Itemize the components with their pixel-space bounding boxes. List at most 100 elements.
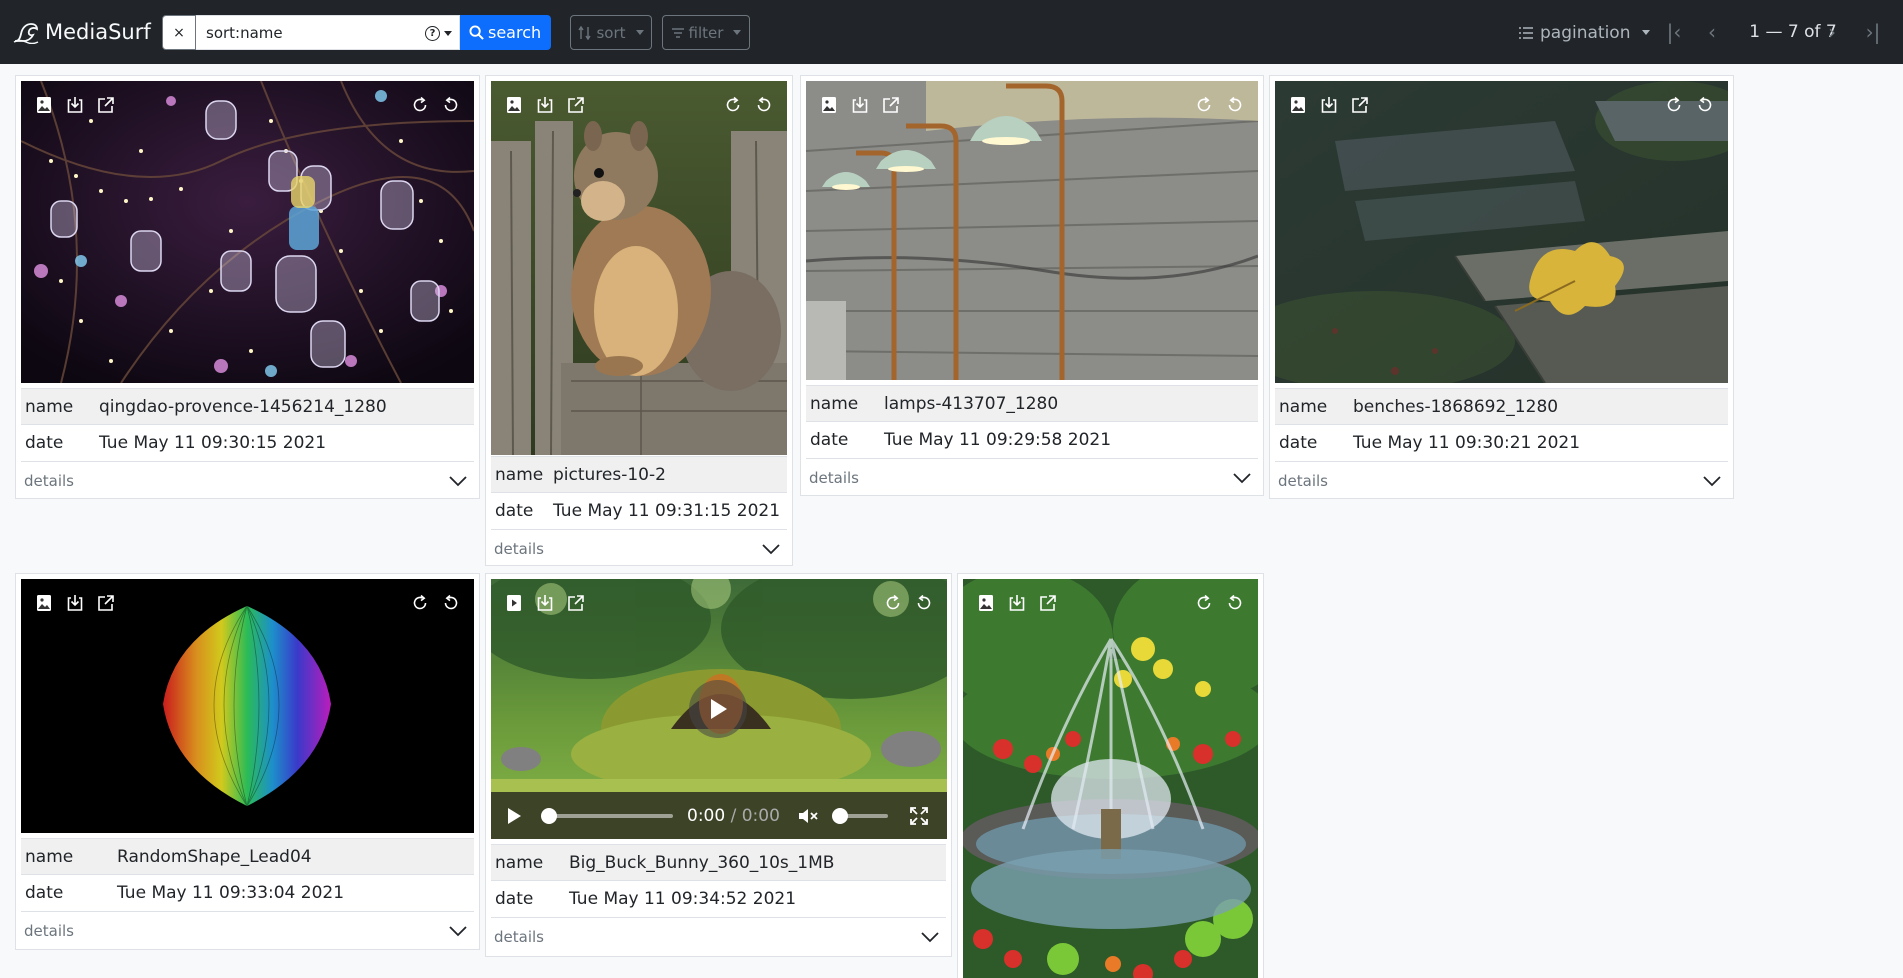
details-toggle[interactable]: details: [21, 462, 474, 499]
previous-page-button[interactable]: ‹: [1702, 18, 1722, 46]
open-external-icon[interactable]: [97, 594, 115, 612]
search-input[interactable]: sort:name ?: [196, 15, 460, 50]
name-key: name: [495, 464, 544, 485]
media-image[interactable]: [21, 579, 474, 833]
download-icon[interactable]: [66, 96, 84, 114]
media-image[interactable]: [491, 81, 787, 455]
date-row: date Tue May 11 09:33:04 2021: [21, 875, 474, 912]
chevron-down-icon: [449, 925, 467, 936]
media-date: Tue May 11 09:34:52 2021: [569, 889, 797, 909]
big-play-button[interactable]: [689, 680, 747, 738]
rotate-ccw-icon[interactable]: [442, 96, 460, 114]
media-image[interactable]: [21, 81, 474, 383]
download-icon[interactable]: [536, 96, 554, 114]
media-meta: name benches-1868692_1280 date Tue May 11 …: [1275, 388, 1728, 499]
image-icon[interactable]: [1289, 96, 1307, 114]
pagination-dropdown-button[interactable]: pagination: [1518, 15, 1651, 50]
sort-dropdown-button[interactable]: sort: [570, 15, 652, 50]
media-image[interactable]: [806, 81, 1258, 380]
open-external-icon[interactable]: [97, 96, 115, 114]
details-label: details: [494, 927, 544, 946]
seek-handle[interactable]: [541, 807, 557, 824]
download-icon[interactable]: [536, 594, 554, 612]
duration: 0:00: [741, 805, 780, 826]
media-tools-right: [1665, 96, 1714, 114]
download-icon[interactable]: [66, 594, 84, 612]
volume-handle[interactable]: [831, 807, 848, 824]
rainbow-shape-image: [21, 579, 474, 833]
image-icon[interactable]: [505, 96, 523, 114]
rotate-ccw-icon[interactable]: [915, 594, 933, 612]
rotate-ccw-icon[interactable]: [1226, 96, 1244, 114]
volume-slider[interactable]: [831, 807, 888, 824]
next-page-button[interactable]: ›: [1822, 18, 1842, 46]
media-meta: name RandomShape_Lead04 date Tue May 11 09…: [21, 838, 474, 949]
name-row: name RandomShape_Lead04: [21, 838, 474, 875]
rotate-ccw-icon[interactable]: [1696, 96, 1714, 114]
rotate-ccw-icon[interactable]: [755, 96, 773, 114]
details-toggle[interactable]: details: [491, 530, 787, 567]
app-brand[interactable]: MediaSurf: [13, 18, 151, 46]
date-row: date Tue May 11 09:29:58 2021: [806, 422, 1258, 459]
rotate-cw-icon[interactable]: [724, 96, 742, 114]
image-icon[interactable]: [35, 594, 53, 612]
image-icon[interactable]: [820, 96, 838, 114]
open-external-icon[interactable]: [1351, 96, 1369, 114]
last-page-button[interactable]: ›|: [1862, 18, 1884, 46]
squirrel-image: [491, 81, 787, 455]
media-meta: name pictures-10-2 date Tue May 11 09:31:1…: [491, 456, 787, 567]
download-icon[interactable]: [1008, 594, 1026, 612]
video-player[interactable]: 0:00 / 0:00: [491, 579, 947, 839]
media-tools-left: [977, 594, 1057, 612]
rotate-cw-icon[interactable]: [411, 594, 429, 612]
search-button-label: search: [488, 23, 542, 42]
rotate-cw-icon[interactable]: [1195, 594, 1213, 612]
details-toggle[interactable]: details: [21, 912, 474, 949]
media-date: Tue May 11 09:29:58 2021: [884, 430, 1112, 450]
media-image[interactable]: [963, 579, 1258, 978]
media-image[interactable]: [1275, 81, 1728, 383]
media-date: Tue May 11 09:31:15 2021: [553, 501, 781, 521]
image-icon[interactable]: [35, 96, 53, 114]
name-row: name pictures-10-2: [491, 456, 787, 493]
rotate-cw-icon[interactable]: [1195, 96, 1213, 114]
rotate-cw-icon[interactable]: [884, 594, 902, 612]
details-toggle[interactable]: details: [806, 459, 1258, 496]
media-name: Big_Buck_Bunny_360_10s_1MB: [569, 852, 835, 873]
image-icon[interactable]: [977, 594, 995, 612]
open-external-icon[interactable]: [1039, 594, 1057, 612]
details-toggle[interactable]: details: [1275, 462, 1728, 499]
seek-slider[interactable]: [541, 807, 673, 824]
fullscreen-icon[interactable]: [910, 806, 928, 825]
download-icon[interactable]: [851, 96, 869, 114]
rotate-ccw-icon[interactable]: [1226, 594, 1244, 612]
download-icon[interactable]: [1320, 96, 1338, 114]
media-tools-right: [411, 96, 460, 114]
search-button[interactable]: search: [460, 15, 552, 50]
search-help-dropdown[interactable]: ?: [425, 16, 452, 51]
rotate-cw-icon[interactable]: [1665, 96, 1683, 114]
name-key: name: [810, 393, 859, 414]
details-label: details: [1278, 471, 1328, 490]
media-tools-left: [505, 96, 585, 114]
video-icon[interactable]: [505, 594, 523, 612]
details-toggle[interactable]: details: [491, 918, 946, 955]
filter-dropdown-button[interactable]: filter: [662, 15, 750, 50]
first-page-button[interactable]: |‹: [1663, 18, 1685, 46]
rotate-ccw-icon[interactable]: [442, 594, 460, 612]
rotate-cw-icon[interactable]: [411, 96, 429, 114]
open-external-icon[interactable]: [567, 594, 585, 612]
media-card: [957, 573, 1264, 978]
date-key: date: [810, 430, 849, 450]
open-external-icon[interactable]: [882, 96, 900, 114]
chevron-down-icon: [762, 543, 780, 554]
mute-icon[interactable]: [798, 807, 818, 825]
caret-down-icon: [1642, 30, 1651, 35]
date-key: date: [25, 883, 64, 903]
date-key: date: [1279, 433, 1318, 453]
date-row: date Tue May 11 09:30:21 2021: [1275, 425, 1728, 462]
play-icon[interactable]: [505, 807, 523, 825]
date-row: date Tue May 11 09:34:52 2021: [491, 881, 946, 918]
open-external-icon[interactable]: [567, 96, 585, 114]
clear-search-button[interactable]: ×: [162, 15, 196, 50]
